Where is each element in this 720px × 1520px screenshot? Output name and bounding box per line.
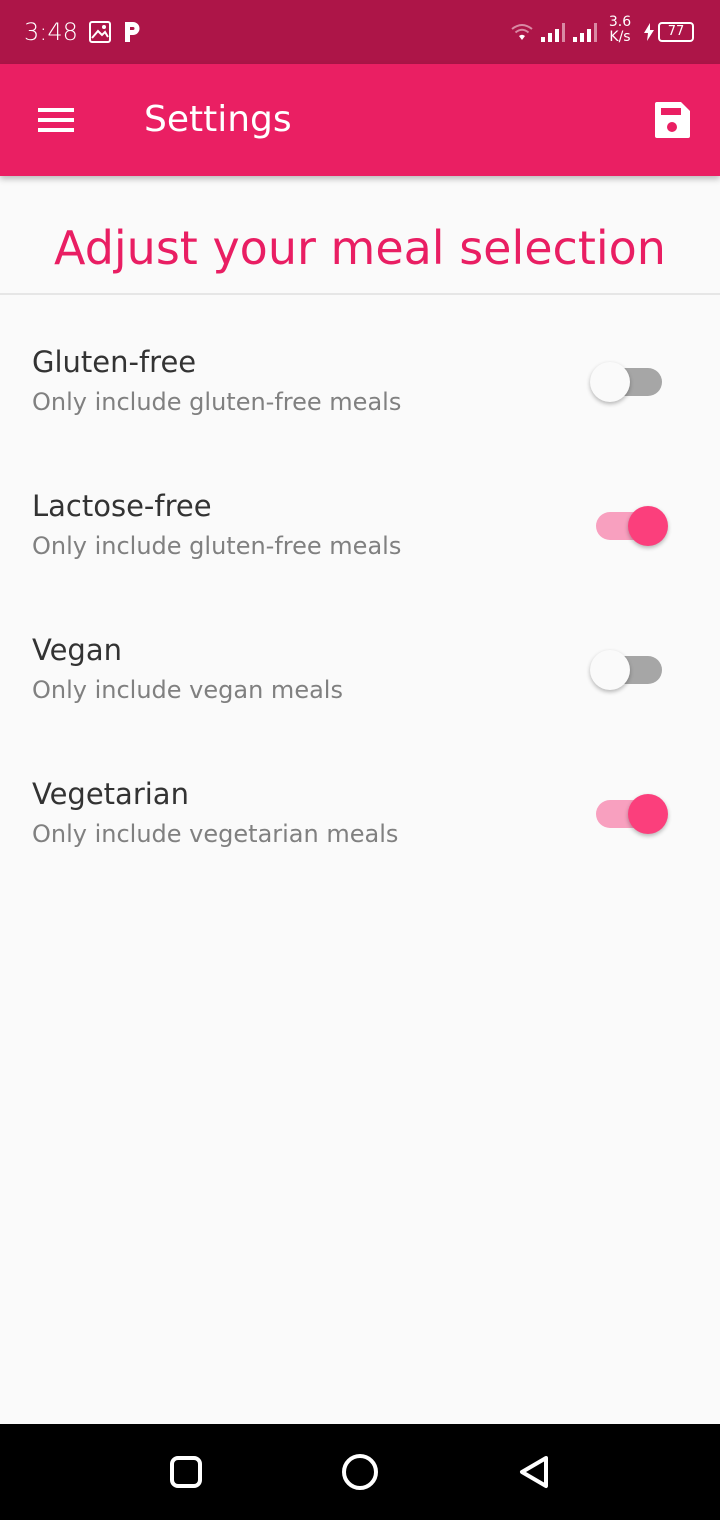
- signal-icon: [572, 20, 598, 48]
- battery-level: 77: [667, 24, 685, 39]
- setting-row-gluten-free: Gluten-free Only include gluten-free mea…: [0, 342, 720, 462]
- recents-icon: [162, 1448, 210, 1496]
- back-icon: [510, 1448, 558, 1496]
- divider: [0, 293, 720, 295]
- setting-subtitle: Only include gluten-free meals: [32, 532, 402, 560]
- menu-button[interactable]: [24, 96, 88, 144]
- status-bar: 3:48 3.6 K/s 77: [0, 0, 720, 64]
- setting-row-vegetarian: Vegetarian Only include vegetarian meals: [0, 774, 720, 894]
- network-speed-value: 3.6: [608, 14, 632, 30]
- app-title: Settings: [144, 99, 292, 140]
- recents-button[interactable]: [162, 1448, 210, 1496]
- back-button[interactable]: [510, 1448, 558, 1496]
- app-bar: Settings: [0, 64, 720, 176]
- setting-subtitle: Only include vegan meals: [32, 676, 343, 704]
- setting-subtitle: Only include vegetarian meals: [32, 820, 399, 848]
- navigation-bar: [0, 1424, 720, 1520]
- battery-icon: 77: [658, 22, 694, 42]
- switch-thumb: [590, 362, 630, 402]
- page-heading: Adjust your meal selection: [54, 221, 666, 275]
- setting-title: Vegetarian: [32, 777, 189, 811]
- gallery-icon: [88, 20, 112, 48]
- setting-title: Lactose-free: [32, 489, 212, 523]
- vegan-switch[interactable]: [590, 647, 674, 693]
- network-speed: 3.6 K/s: [606, 15, 634, 45]
- setting-row-vegan: Vegan Only include vegan meals: [0, 630, 720, 750]
- home-icon: [336, 1448, 384, 1496]
- vegetarian-switch[interactable]: [590, 791, 674, 837]
- home-button[interactable]: [336, 1448, 384, 1496]
- charging-icon: [642, 22, 656, 46]
- signal-icon: [540, 20, 566, 48]
- switch-thumb: [628, 506, 668, 546]
- network-speed-unit: K/s: [609, 29, 631, 45]
- gluten-free-switch[interactable]: [590, 359, 674, 405]
- wifi-icon: [510, 22, 534, 46]
- setting-title: Vegan: [32, 633, 122, 667]
- setting-title: Gluten-free: [32, 345, 197, 379]
- p-icon: [122, 19, 144, 49]
- switch-thumb: [590, 650, 630, 690]
- switch-thumb: [628, 794, 668, 834]
- lactose-free-switch[interactable]: [590, 503, 674, 549]
- setting-row-lactose-free: Lactose-free Only include gluten-free me…: [0, 486, 720, 606]
- save-button[interactable]: [644, 92, 700, 148]
- status-time: 3:48: [24, 18, 78, 46]
- setting-subtitle: Only include gluten-free meals: [32, 388, 402, 416]
